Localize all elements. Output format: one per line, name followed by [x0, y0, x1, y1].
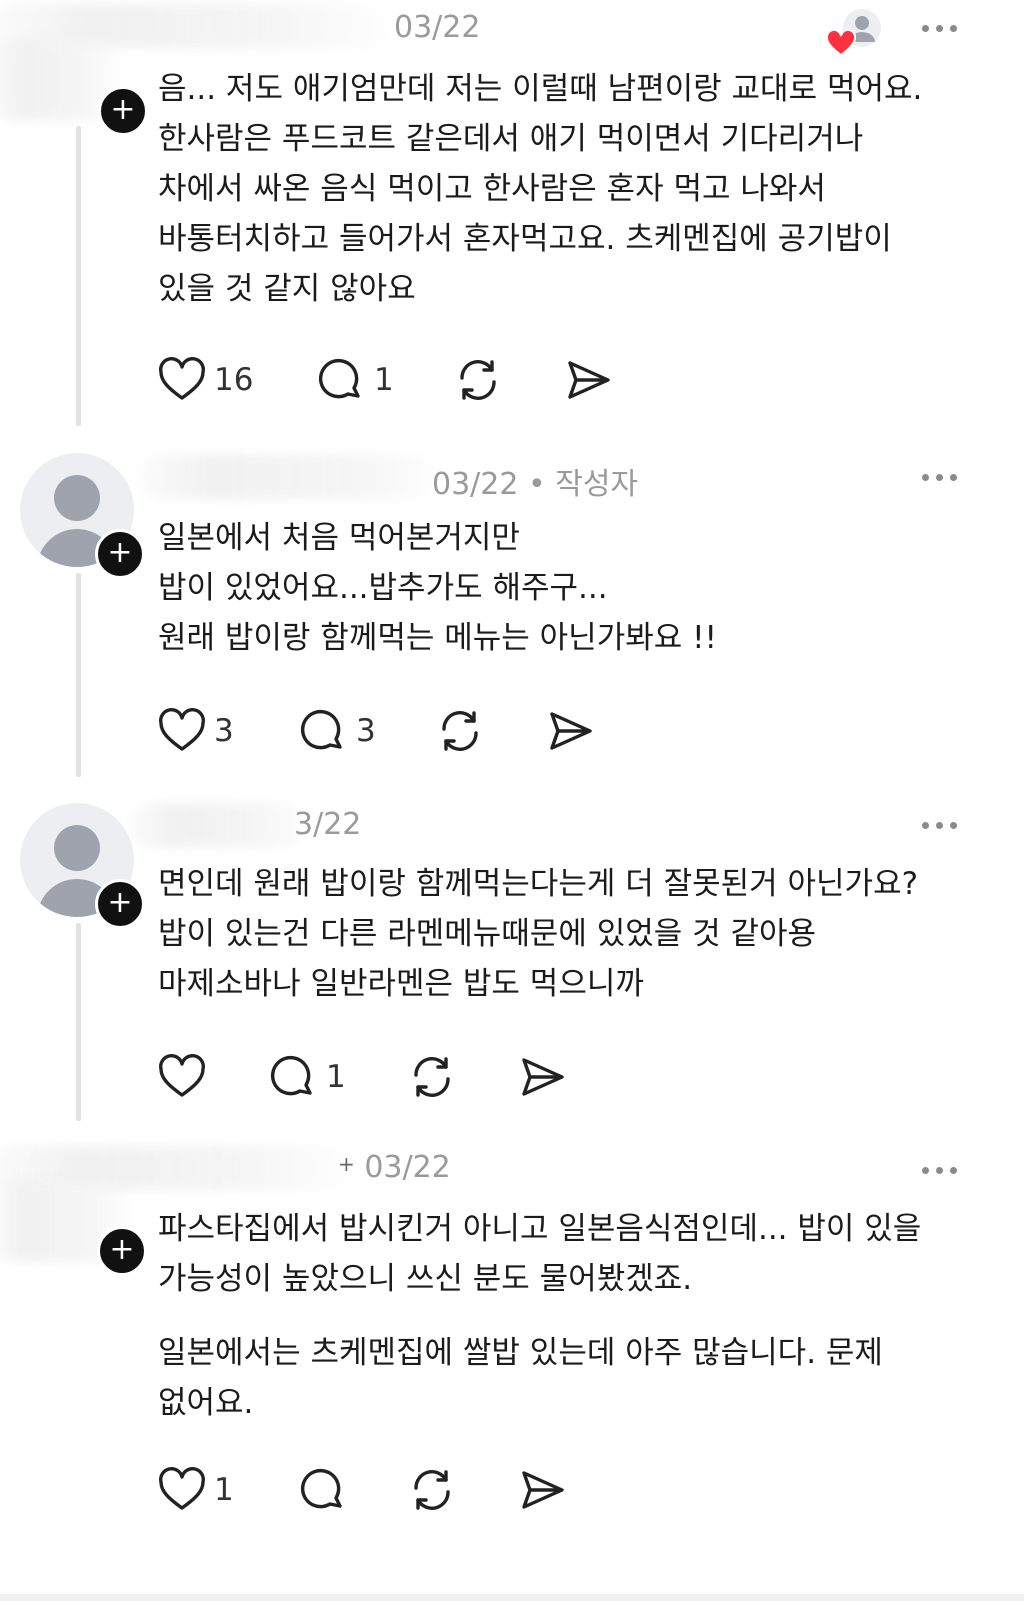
share-button[interactable]: [518, 1053, 568, 1101]
comment-body: 파스타집에서 밥시킨거 아니고 일본음식점인데... 밥이 있을 가능성이 높았…: [158, 1204, 978, 1428]
comment-bubble-icon: [318, 358, 360, 399]
more-dots-icon[interactable]: [920, 815, 960, 835]
comment-body: 음... 저도 애기엄만데 저는 이럴때 남편이랑 교대로 먹어요. 한사람은 …: [158, 64, 978, 314]
repost-icon: [460, 360, 496, 400]
more-dots-icon[interactable]: [920, 467, 960, 487]
verified-mark: +: [338, 1152, 355, 1176]
comment-line: 원래 밥이랑 함께먹는 메뉴는 아닌가봐요 !!: [158, 620, 717, 656]
reply-button[interactable]: [298, 1466, 348, 1514]
reply-button[interactable]: 3: [298, 707, 388, 755]
author-tag: • 작성자: [528, 467, 639, 502]
follow-plus-icon[interactable]: +: [98, 86, 148, 136]
repost-icon: [414, 1470, 450, 1510]
comment-line: 음... 저도 애기엄만데 저는 이럴때 남편이랑 교대로 먹어요.: [158, 71, 923, 107]
repost-button[interactable]: [408, 1053, 458, 1101]
reply-count: 1: [326, 1059, 346, 1095]
send-icon: [522, 1058, 564, 1096]
reply-count: 1: [374, 362, 394, 398]
like-count: 3: [214, 713, 234, 749]
comment-date: 3/22: [294, 807, 362, 842]
comment-bubble-icon: [300, 709, 342, 750]
bottom-divider: [0, 1594, 1024, 1601]
redacted-username: [140, 455, 440, 499]
heart-icon: [159, 708, 205, 751]
repost-icon: [414, 1057, 450, 1097]
share-button[interactable]: [564, 356, 614, 404]
more-dots-icon[interactable]: [920, 1160, 960, 1180]
follow-plus-icon[interactable]: +: [97, 1226, 147, 1276]
comment-line: 가능성이 높았으니 쓰신 분도 물어봤겠죠.: [158, 1261, 693, 1297]
comment-body: 일본에서 처음 먹어본거지만 밥이 있었어요...밥추가도 해주구... 원래 …: [158, 513, 978, 663]
date-text: 03/22: [432, 467, 519, 502]
reply-button[interactable]: 1: [316, 356, 406, 404]
thread-line: [76, 573, 81, 777]
action-bar: 3 3: [158, 707, 758, 755]
comment-bubble-icon: [270, 1055, 312, 1096]
comment-line: 차에서 싸온 음식 먹이고 한사람은 혼자 먹고 나와서: [158, 171, 826, 207]
liked-by-author-badge: [826, 6, 886, 57]
heart-icon: [159, 1054, 205, 1097]
comment-line: 밥이 있었어요...밥추가도 해주구...: [158, 570, 608, 606]
more-dots-icon[interactable]: [920, 18, 960, 38]
comment-date: 03/22 • 작성자: [432, 459, 638, 503]
comment-bubble-icon: [300, 1468, 342, 1509]
like-button[interactable]: 3: [158, 707, 248, 755]
comment-date: + 03/22: [338, 1150, 451, 1185]
repost-button[interactable]: [454, 356, 504, 404]
repost-button[interactable]: [408, 1466, 458, 1514]
repost-button[interactable]: [436, 707, 486, 755]
reply-button[interactable]: 1: [268, 1053, 358, 1101]
comment-line: 있을 것 같지 않아요: [158, 271, 416, 307]
comment-line: 바통터치하고 들어가서 혼자먹고요. 츠케멘집에 공기밥이: [158, 221, 892, 257]
action-bar: 1: [158, 1466, 758, 1514]
comment-line: 파스타집에서 밥시킨거 아니고 일본음식점인데... 밥이 있을: [158, 1211, 922, 1247]
redacted-username: [130, 803, 310, 847]
heart-icon: [159, 357, 205, 400]
like-button[interactable]: 1: [158, 1466, 248, 1514]
like-button[interactable]: 16: [158, 356, 268, 404]
share-button[interactable]: [546, 707, 596, 755]
send-icon: [568, 361, 610, 399]
like-button[interactable]: [158, 1053, 218, 1101]
repost-icon: [442, 711, 478, 751]
comment-line: 마제소바나 일반라멘은 밥도 먹으니까: [158, 966, 644, 1002]
comment-line: 일본에서는 츠케멘집에 쌀밥 있는데 아주 많습니다. 문제: [158, 1335, 883, 1371]
heart-badge-icon: [826, 30, 856, 57]
like-count: 1: [214, 1472, 234, 1508]
comment-line: 일본에서 처음 먹어본거지만: [158, 520, 520, 556]
follow-plus-icon[interactable]: +: [95, 879, 145, 929]
share-button[interactable]: [518, 1466, 568, 1514]
follow-plus-icon[interactable]: +: [95, 529, 145, 579]
like-count: 16: [214, 362, 254, 398]
comment-line: 한사람은 푸드코트 같은데서 애기 먹이면서 기다리거나: [158, 121, 864, 157]
thread-line: [76, 126, 81, 426]
comment-line: 밥이 있는건 다른 라멘메뉴때문에 있었을 것 같아용: [158, 916, 817, 952]
reply-count: 3: [356, 713, 376, 749]
send-icon: [550, 712, 592, 750]
thread-line: [76, 923, 81, 1121]
date-text: 03/22: [364, 1150, 451, 1185]
send-icon: [522, 1471, 564, 1509]
comment-line: 없어요.: [158, 1385, 254, 1421]
action-bar: 1: [158, 1053, 758, 1101]
comment-date: 03/22: [394, 10, 481, 45]
comment-body: 면인데 원래 밥이랑 함께먹는다는게 더 잘못된거 아닌가요? 밥이 있는건 다…: [158, 859, 978, 1009]
comment-line: 면인데 원래 밥이랑 함께먹는다는게 더 잘못된거 아닌가요?: [158, 866, 919, 902]
action-bar: 16 1: [158, 356, 758, 404]
heart-icon: [159, 1467, 205, 1510]
